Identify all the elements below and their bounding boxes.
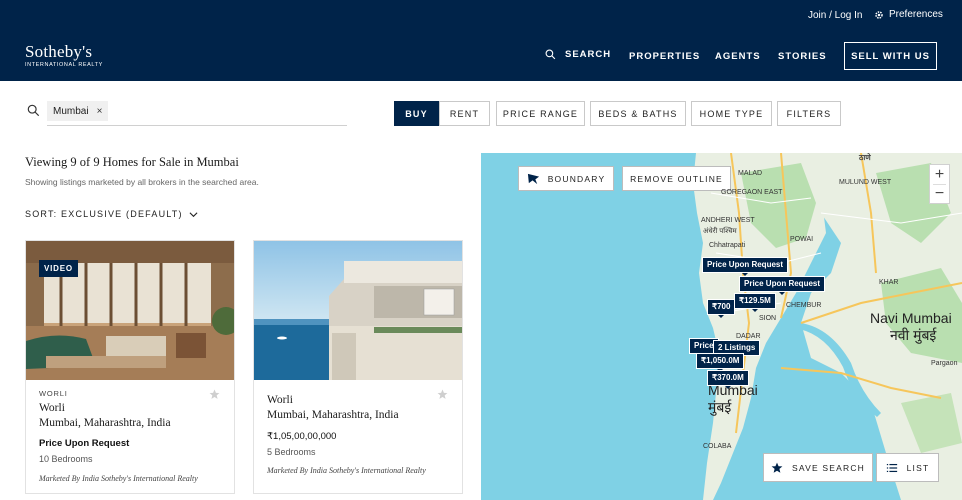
map-pin[interactable]: ₹1,050.0M bbox=[696, 353, 745, 372]
close-icon[interactable]: × bbox=[97, 106, 103, 117]
listing-card[interactable]: Worli Mumbai, Maharashtra, India ₹1,05,0… bbox=[253, 240, 463, 494]
map-label-goregaon: GOREGAON EAST bbox=[721, 189, 783, 196]
listing-region: Mumbai, Maharashtra, India bbox=[267, 409, 399, 421]
preferences-label: Preferences bbox=[889, 9, 943, 20]
results-subtitle: Showing listings marketed by all brokers… bbox=[25, 177, 259, 187]
boundary-label: BOUNDARY bbox=[547, 173, 606, 184]
map-label-thane: ठाणे bbox=[859, 153, 871, 162]
home-type-dropdown[interactable]: HOME TYPE bbox=[691, 101, 772, 126]
chevron-down-icon bbox=[189, 211, 198, 217]
results-panel: Viewing 9 of 9 Homes for Sale in Mumbai … bbox=[0, 153, 481, 500]
map-label-sion: SION bbox=[759, 315, 777, 322]
tab-rent[interactable]: RENT bbox=[439, 101, 490, 126]
zoom-in-button[interactable]: + bbox=[930, 166, 949, 184]
search-input[interactable] bbox=[47, 125, 347, 126]
listing-bedrooms: 10 Bedrooms bbox=[39, 454, 93, 464]
nav-search[interactable]: SEARCH bbox=[545, 49, 611, 60]
map-label-pargaon: Pargaon bbox=[931, 360, 958, 367]
list-label: LIST bbox=[906, 462, 930, 473]
map-label-mulund: MULUND WEST bbox=[839, 179, 892, 186]
listing-photo[interactable] bbox=[254, 241, 462, 380]
map-label-dadar: DADAR bbox=[736, 333, 761, 340]
logo-wordmark: Sotheby's bbox=[25, 42, 93, 61]
map-pin[interactable]: Price Upon Request bbox=[739, 276, 826, 295]
listing-price: ₹1,05,00,00,000 bbox=[267, 431, 337, 442]
price-range-dropdown[interactable]: PRICE RANGE bbox=[496, 101, 585, 126]
flag-icon bbox=[527, 173, 539, 185]
map-label-andheri-hi: अंधेरी पश्चिम bbox=[703, 228, 737, 235]
map-label-colaba: COLABA bbox=[703, 443, 732, 450]
beds-baths-dropdown[interactable]: BEDS & BATHS bbox=[590, 101, 686, 126]
nav-agents[interactable]: AGENTS bbox=[715, 51, 761, 62]
map-label-powai: POWAI bbox=[790, 236, 814, 243]
sea-view-image bbox=[254, 241, 462, 380]
listing-bedrooms: 5 Bedrooms bbox=[267, 447, 316, 457]
map-label-kharghar: KHAR bbox=[879, 279, 899, 286]
location-chip-label: Mumbai bbox=[53, 105, 89, 117]
nav-search-label: SEARCH bbox=[565, 49, 612, 60]
listing-price: Price Upon Request bbox=[39, 438, 130, 449]
zoom-control: + − bbox=[929, 164, 950, 204]
logo-subtitle: INTERNATIONAL REALTY bbox=[25, 62, 103, 68]
map-label-chembur: CHEMBUR bbox=[786, 302, 822, 309]
star-icon bbox=[771, 462, 783, 473]
listing-city: Worli bbox=[267, 394, 293, 406]
map-pin[interactable]: Price Upon Request bbox=[702, 257, 789, 276]
remove-outline-button[interactable]: REMOVE OUTLINE bbox=[622, 166, 731, 191]
results-title: Viewing 9 of 9 Homes for Sale in Mumbai bbox=[25, 155, 239, 169]
filters-button[interactable]: FILTERS bbox=[777, 101, 841, 126]
listing-marketed-by: Marketed By India Sotheby's Internationa… bbox=[267, 466, 426, 475]
listing-region: Mumbai, Maharashtra, India bbox=[39, 417, 171, 429]
map[interactable]: BOUNDARY REMOVE OUTLINE + − ठाणे MALAD G… bbox=[481, 153, 962, 500]
sort-dropdown[interactable]: SORT: EXCLUSIVE (DEFAULT) bbox=[25, 209, 198, 219]
map-pin[interactable]: ₹700 bbox=[707, 299, 736, 318]
map-label-malad: MALAD bbox=[738, 170, 763, 177]
map-pin[interactable]: ₹370.0M bbox=[707, 370, 749, 389]
map-label-chhatrapati: Chhatrapati bbox=[709, 242, 746, 249]
listing-location-tag: WORLI bbox=[39, 389, 68, 398]
map-label-navi-mumbai-hi: नवी मुंबई bbox=[890, 327, 937, 343]
utility-bar: Join / Log In Preferences bbox=[0, 0, 962, 32]
listing-city: Worli bbox=[39, 402, 65, 414]
nav-properties[interactable]: PROPERTIES bbox=[629, 51, 700, 62]
search-icon[interactable] bbox=[27, 104, 40, 117]
logo[interactable]: Sotheby's INTERNATIONAL REALTY bbox=[25, 43, 103, 69]
list-icon bbox=[886, 463, 897, 472]
sort-label: SORT: EXCLUSIVE (DEFAULT) bbox=[25, 209, 183, 219]
map-label-andheri: ANDHERI WEST bbox=[701, 217, 755, 224]
main-nav: Sotheby's INTERNATIONAL REALTY SEARCH PR… bbox=[0, 32, 962, 81]
filter-bar: Mumbai × BUY RENT PRICE RANGE BEDS & BAT… bbox=[0, 81, 962, 153]
sell-with-us-button[interactable]: SELL WITH US bbox=[844, 42, 937, 70]
listing-card[interactable]: VIDEO WORLI Worli Mumbai, Maharashtra, I… bbox=[25, 240, 235, 494]
search-icon bbox=[545, 49, 556, 60]
boundary-button[interactable]: BOUNDARY bbox=[518, 166, 614, 191]
zoom-out-button[interactable]: − bbox=[930, 185, 949, 203]
star-icon[interactable] bbox=[209, 389, 220, 400]
preferences-link[interactable]: Preferences bbox=[874, 9, 943, 20]
map-label-navi-mumbai: Navi Mumbai bbox=[870, 310, 952, 326]
map-label-mumbai-hi: मुंबई bbox=[708, 399, 732, 415]
location-chip[interactable]: Mumbai × bbox=[47, 101, 109, 121]
map-pin[interactable]: ₹129.5M bbox=[734, 293, 776, 312]
save-search-label: SAVE SEARCH bbox=[791, 462, 866, 473]
list-view-button[interactable]: LIST bbox=[876, 453, 939, 482]
star-icon[interactable] bbox=[437, 389, 448, 400]
login-link[interactable]: Join / Log In bbox=[808, 10, 862, 21]
save-search-button[interactable]: SAVE SEARCH bbox=[763, 453, 873, 482]
nav-stories[interactable]: STORIES bbox=[778, 51, 827, 62]
listing-marketed-by: Marketed By India Sotheby's Internationa… bbox=[39, 474, 198, 483]
tab-buy[interactable]: BUY bbox=[394, 101, 439, 126]
gear-icon bbox=[875, 10, 883, 19]
video-badge: VIDEO bbox=[39, 260, 78, 277]
listing-photo[interactable]: VIDEO bbox=[26, 241, 234, 380]
